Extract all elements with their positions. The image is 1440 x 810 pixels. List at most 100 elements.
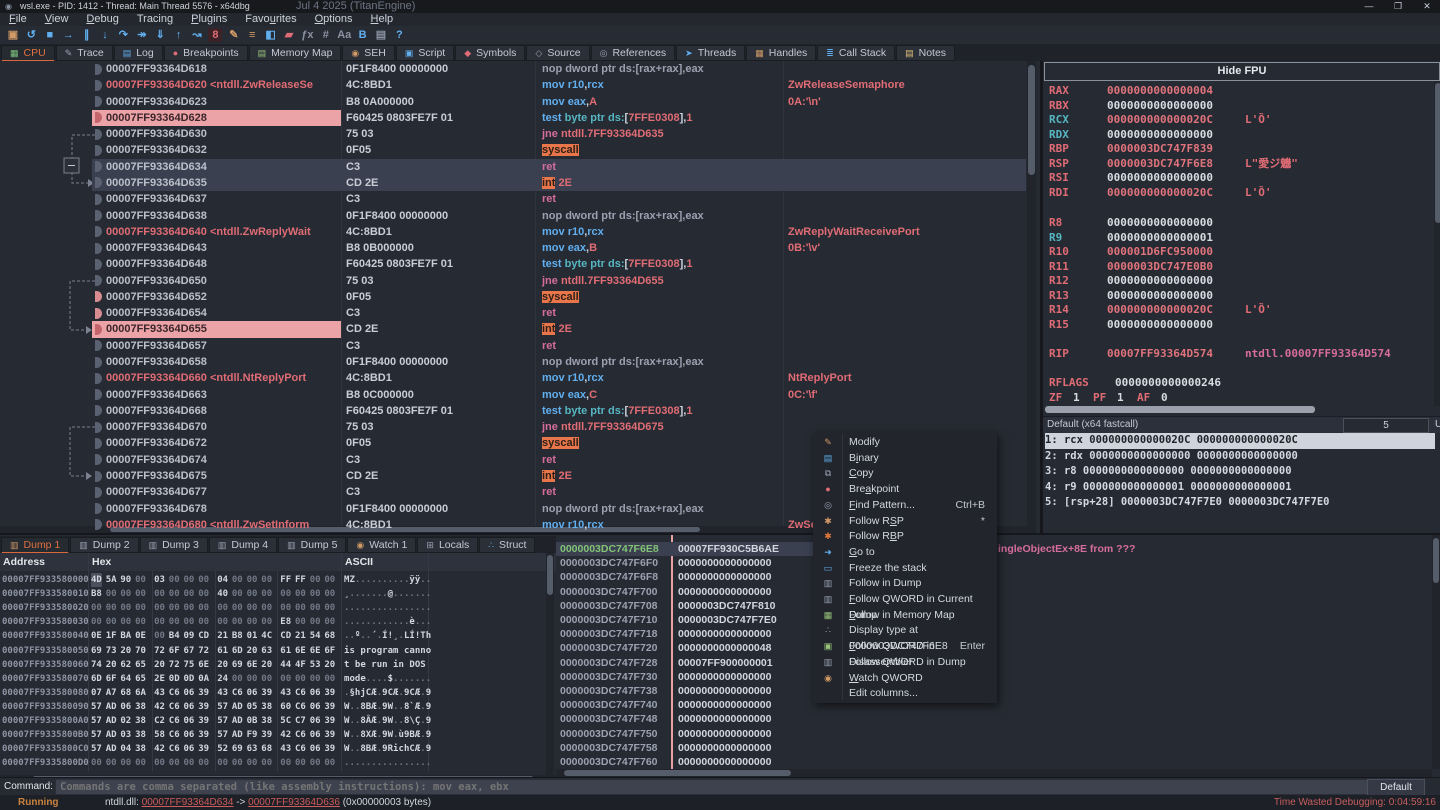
hex-byte[interactable]: FF [295, 573, 306, 587]
register-vertical-scrollbar[interactable] [1434, 81, 1440, 406]
context-menu-item-edit-columns[interactable]: Edit columns... [814, 686, 995, 702]
hex-byte[interactable]: 00 [184, 601, 195, 615]
hex-byte[interactable]: 00 [135, 756, 146, 770]
hex-byte[interactable]: 00 [247, 770, 258, 771]
hex-byte[interactable]: 65 [135, 672, 146, 686]
hex-byte[interactable]: 04 [120, 742, 131, 756]
hex-byte[interactable]: 39 [324, 728, 335, 742]
menu-item-favourites[interactable]: Favourites [236, 13, 305, 26]
hex-byte[interactable]: 70 [135, 644, 146, 658]
hex-byte[interactable]: 52 [217, 742, 228, 756]
tab-struct[interactable]: ∴Struct [479, 537, 535, 553]
arg-count-input[interactable]: 5 [1343, 418, 1429, 433]
hex-byte[interactable]: 57 [91, 742, 102, 756]
menu-item-options[interactable]: Options [306, 13, 362, 26]
disasm-row[interactable]: 00007FF93364D6520F05syscall [0, 289, 1037, 305]
hex-byte[interactable]: 00 [232, 587, 243, 601]
context-menu-item-follow-qword-in-disassembler[interactable]: ▣Follow QWORD in DisassemblerEnter [814, 639, 995, 655]
hex-byte[interactable]: 00 [280, 672, 291, 686]
hex-byte[interactable]: 63 [261, 644, 272, 658]
hex-byte[interactable]: 00 [232, 615, 243, 629]
stack-row[interactable]: 0000003DC747F7080000003DC747F810 [556, 599, 1440, 613]
hex-byte[interactable]: 4F [295, 658, 306, 672]
tab-threads[interactable]: ➤Threads [676, 45, 745, 61]
hex-byte[interactable]: 24 [217, 672, 228, 686]
tab-handles[interactable]: ▦Handles [746, 45, 816, 61]
hex-byte[interactable]: 68 [261, 742, 272, 756]
hex-byte[interactable]: 00 [198, 615, 209, 629]
hex-byte[interactable]: 06 [247, 686, 258, 700]
dump-row[interactable]: 00007FF9335800B057AD033858C6063957ADF939… [0, 728, 556, 742]
hex-byte[interactable]: AD [106, 742, 117, 756]
hide-fpu-button[interactable]: Hide FPU [1044, 62, 1440, 81]
hex-byte[interactable]: 43 [280, 686, 291, 700]
hex-byte[interactable]: 42 [154, 700, 165, 714]
hex-byte[interactable]: 00 [247, 587, 258, 601]
tab-memory-map[interactable]: ▤Memory Map [249, 45, 342, 61]
hex-byte[interactable]: 39 [198, 742, 209, 756]
context-menu-item-follow-rsp[interactable]: ✱Follow RSP* [814, 514, 995, 530]
hex-byte[interactable]: 5C [280, 714, 291, 728]
pause-icon[interactable]: ∥ [80, 28, 94, 42]
hex-byte[interactable]: 39 [261, 728, 272, 742]
hex-byte[interactable]: 06 [184, 686, 195, 700]
tab-notes[interactable]: ▤Notes [896, 45, 955, 61]
default-button[interactable]: Default [1367, 779, 1425, 796]
maximize-button[interactable]: ❐ [1386, 0, 1410, 13]
scrollbar-thumb[interactable] [1435, 83, 1440, 223]
hex-byte[interactable]: C6 [169, 742, 180, 756]
hex-byte[interactable]: 39 [198, 686, 209, 700]
hex-byte[interactable]: 00 [169, 615, 180, 629]
hex-byte[interactable]: 40 [217, 587, 228, 601]
command-input[interactable] [55, 779, 1371, 795]
context-menu-item-modify[interactable]: ✎Modify [814, 435, 995, 451]
hex-byte[interactable]: 00 [295, 672, 306, 686]
hex-byte[interactable]: 00 [120, 770, 131, 771]
context-menu-item-freeze-the-stack[interactable]: ▭Freeze the stack [814, 561, 995, 577]
hex-byte[interactable]: 38 [261, 700, 272, 714]
hex-byte[interactable]: 06 [310, 714, 321, 728]
hex-byte[interactable]: C2 [154, 714, 165, 728]
hex-byte[interactable]: 00 [184, 587, 195, 601]
dump-row[interactable]: 00007FF9335800D0000000000000000000000000… [0, 756, 556, 770]
hex-byte[interactable]: 01 [310, 770, 321, 771]
hex-byte[interactable]: 00 [154, 756, 165, 770]
disasm-row[interactable]: 00007FF93364D643B8 0B000000mov eax,B0B:'… [0, 240, 1037, 256]
hex-byte[interactable]: 0B [247, 714, 258, 728]
hex-byte[interactable]: 00 [261, 573, 272, 587]
tab-cpu[interactable]: ▦CPU [1, 45, 55, 62]
hex-byte[interactable]: 0E [91, 629, 102, 643]
hex-byte[interactable]: 6F [324, 644, 335, 658]
hex-byte[interactable]: 00 [169, 573, 180, 587]
hex-byte[interactable]: 67 [184, 644, 195, 658]
hex-byte[interactable]: 06 [310, 728, 321, 742]
disasm-row[interactable]: 00007FF93364D660 <ntdll.NtReplyPort4C:8B… [0, 370, 1037, 386]
hex-byte[interactable]: 00 [324, 672, 335, 686]
hex-byte[interactable]: 43 [154, 686, 165, 700]
hex-byte[interactable]: 57 [91, 714, 102, 728]
hex-byte[interactable]: 68 [120, 686, 131, 700]
hex-byte[interactable]: 2E [154, 672, 165, 686]
hex-byte[interactable]: 0A [198, 672, 209, 686]
hex-byte[interactable]: F9 [247, 728, 258, 742]
hex-byte[interactable]: 38 [261, 714, 272, 728]
hex-byte[interactable]: 20 [217, 658, 228, 672]
tab-seh[interactable]: ◉SEH [342, 45, 394, 61]
dump-pane[interactable]: 00007FF9335800004D5A90000300000004000000… [0, 571, 556, 771]
hex-byte[interactable]: 00 [295, 756, 306, 770]
menu-item-tracing[interactable]: Tracing [128, 13, 182, 26]
skip-icon[interactable]: ↝ [190, 28, 204, 42]
register-rcx[interactable]: RCX000000000000020CL'Ȍ' [1049, 113, 1069, 127]
hex-byte[interactable]: 44 [280, 658, 291, 672]
hex-byte[interactable]: 00 [169, 770, 180, 771]
disasm-row[interactable]: 00007FF93364D6580F1F8400 00000000nop dwo… [0, 354, 1037, 370]
hex-byte[interactable]: 00 [217, 756, 228, 770]
hex-byte[interactable]: 00 [324, 573, 335, 587]
disasm-row[interactable]: 00007FF93364D663B8 0C000000mov eax,C0C:'… [0, 387, 1037, 403]
menu-item-help[interactable]: Help [362, 13, 403, 26]
register-rsi[interactable]: RSI0000000000000000 [1049, 171, 1069, 185]
address-link-from[interactable]: 00007FF93364D634 [142, 797, 234, 808]
register-horizontal-scrollbar[interactable] [1045, 406, 1315, 413]
hex-byte[interactable]: 0E [135, 629, 146, 643]
minimize-button[interactable]: — [1357, 0, 1381, 13]
